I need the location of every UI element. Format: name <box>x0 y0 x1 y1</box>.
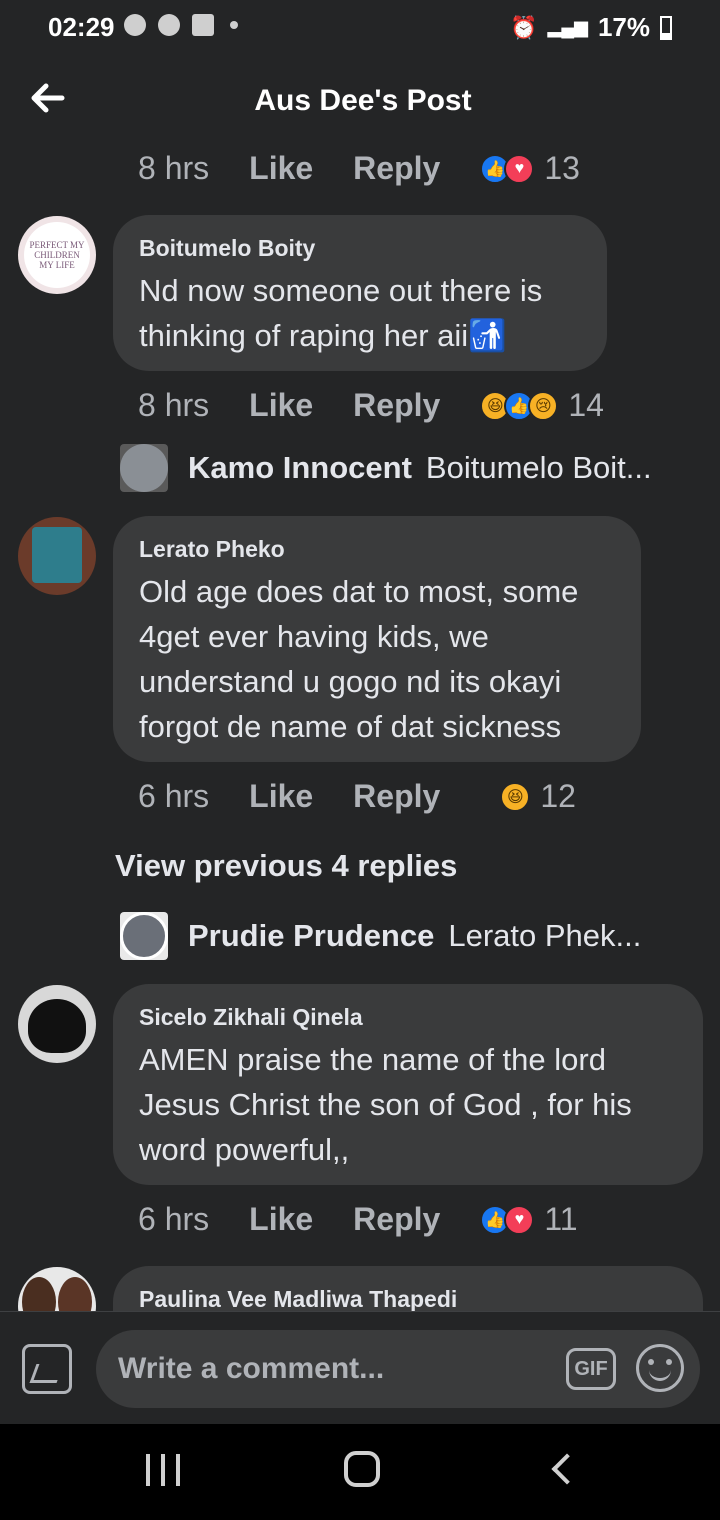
comment-line: 4get ever having kids, we <box>139 619 489 654</box>
notification-icons <box>124 14 238 36</box>
emoji-icon[interactable] <box>636 1344 684 1392</box>
reaction-count: 12 <box>540 778 576 814</box>
comment-meta-top: 8 hrs Like Reply 👍 ♥ 13 <box>138 150 580 187</box>
view-previous-replies[interactable]: View previous 4 replies <box>115 848 457 884</box>
reply-button[interactable]: Reply <box>353 150 440 187</box>
comment-line: Old age does dat to most, some <box>139 574 579 609</box>
comment-author[interactable]: Paulina Vee Madliwa Thapedi <box>139 1286 677 1311</box>
home-icon[interactable] <box>344 1451 380 1487</box>
reaction-count: 14 <box>568 387 604 423</box>
reply-author[interactable]: Kamo Innocent <box>188 450 412 486</box>
comment-composer: Write a comment... GIF <box>0 1311 720 1424</box>
more-notifications-dot <box>230 21 238 29</box>
status-time: 02:29 <box>48 12 115 42</box>
reply-author[interactable]: Prudie Prudence <box>188 918 434 954</box>
comment-placeholder: Write a comment... <box>118 1352 385 1385</box>
soccer-icon <box>124 14 146 36</box>
comment-bubble[interactable]: Boitumelo Boity Nd now someone out there… <box>113 215 607 371</box>
comment-author[interactable]: Sicelo Zikhali Qinela <box>139 1004 677 1031</box>
status-right: ⏰ ▂▄▆ 17% <box>510 12 672 43</box>
comment-line: Nd now someone out there is <box>139 273 543 308</box>
reply-preview[interactable]: Kamo Innocent Boitumelo Boit... <box>120 444 652 492</box>
reply-avatar <box>120 444 168 492</box>
like-button[interactable]: Like <box>249 1201 313 1238</box>
avatar[interactable]: PERFECT MY CHILDREN MY LIFE <box>18 216 96 294</box>
reply-avatar <box>120 912 168 960</box>
comment-line: AMEN praise the name of the lord <box>139 1042 606 1077</box>
comment-author[interactable]: Lerato Pheko <box>139 536 615 563</box>
reply-snippet: Lerato Phek... <box>448 918 642 953</box>
love-reaction-icon: ♥ <box>504 153 535 184</box>
comment-bubble[interactable]: Sicelo Zikhali Qinela AMEN praise the na… <box>113 984 703 1185</box>
comment-text: Old age does dat to most, some 4get ever… <box>139 569 615 749</box>
comment-author[interactable]: Boitumelo Boity <box>139 235 581 262</box>
reaction-icons[interactable]: 😆 <box>500 781 531 812</box>
comment-meta: 6 hrs Like Reply 😆 12 <box>138 778 576 815</box>
system-nav-bar <box>0 1424 720 1520</box>
comment-time: 8 hrs <box>138 387 210 423</box>
like-button[interactable]: Like <box>249 778 313 815</box>
battery-percent: 17% <box>597 12 650 42</box>
comment-line: understand u gogo nd its okayi <box>139 664 562 699</box>
post-header: Aus Dee's Post <box>0 56 720 142</box>
comment-line: Jesus Christ the son of God , for his <box>139 1087 632 1122</box>
avatar[interactable] <box>18 985 96 1063</box>
comments-feed[interactable]: 8 hrs Like Reply 👍 ♥ 13 PERFECT MY CHILD… <box>0 142 720 1311</box>
photo-icon[interactable] <box>22 1344 72 1394</box>
avatar[interactable] <box>18 1267 96 1311</box>
gif-button[interactable]: GIF <box>566 1348 616 1390</box>
reply-preview[interactable]: Prudie Prudence Lerato Phek... <box>120 912 641 960</box>
like-button[interactable]: Like <box>249 387 313 424</box>
comment-text: AMEN praise the name of the lord Jesus C… <box>139 1037 677 1172</box>
status-bar: 02:29 ⏰ ▂▄▆ 17% <box>0 0 720 56</box>
comment-text: Nd now someone out there is thinking of … <box>139 268 581 358</box>
reaction-icons[interactable]: 👍 ♥ <box>480 1204 535 1235</box>
reaction-count: 13 <box>544 150 580 186</box>
battery-icon <box>660 15 672 40</box>
comment-meta: 6 hrs Like Reply 👍 ♥ 11 <box>138 1201 578 1238</box>
like-button[interactable]: Like <box>249 150 313 187</box>
reply-snippet: Boitumelo Boit... <box>425 450 652 485</box>
comment-time: 6 hrs <box>138 778 210 814</box>
reply-button[interactable]: Reply <box>353 1201 440 1238</box>
love-reaction-icon: ♥ <box>504 1204 535 1235</box>
reply-button[interactable]: Reply <box>353 778 440 815</box>
comment-time: 6 hrs <box>138 1201 210 1237</box>
haha-reaction-icon: 😆 <box>500 781 531 812</box>
avatar[interactable] <box>18 517 96 595</box>
comment-line: forgot de name of dat sickness <box>139 709 562 744</box>
reaction-count: 11 <box>544 1201 578 1237</box>
reaction-icons[interactable]: 😆 👍 😢 <box>480 390 559 421</box>
recents-icon[interactable] <box>146 1454 180 1486</box>
page-title: Aus Dee's Post <box>254 84 472 117</box>
comment-line: thinking of raping her aii🚮 <box>139 318 507 353</box>
sad-reaction-icon: 😢 <box>528 390 559 421</box>
comment-bubble[interactable]: Paulina Vee Madliwa Thapedi <box>113 1266 703 1311</box>
comment-meta: 8 hrs Like Reply 😆 👍 😢 14 <box>138 387 604 424</box>
comment-input[interactable]: Write a comment... GIF <box>96 1330 700 1408</box>
app-notification-icon <box>158 14 180 36</box>
comment-time: 8 hrs <box>138 150 210 186</box>
gallery-icon <box>192 14 214 36</box>
comment-line: word powerful,, <box>139 1132 350 1167</box>
reaction-icons[interactable]: 👍 ♥ <box>480 153 535 184</box>
alarm-icon: ⏰ <box>510 14 538 40</box>
avatar-text: PERFECT MY CHILDREN MY LIFE <box>24 222 90 288</box>
wifi-signal-icon: ▂▄▆ <box>547 17 588 37</box>
reply-button[interactable]: Reply <box>353 387 440 424</box>
nav-back-icon[interactable] <box>551 1453 583 1485</box>
comment-bubble[interactable]: Lerato Pheko Old age does dat to most, s… <box>113 516 641 762</box>
